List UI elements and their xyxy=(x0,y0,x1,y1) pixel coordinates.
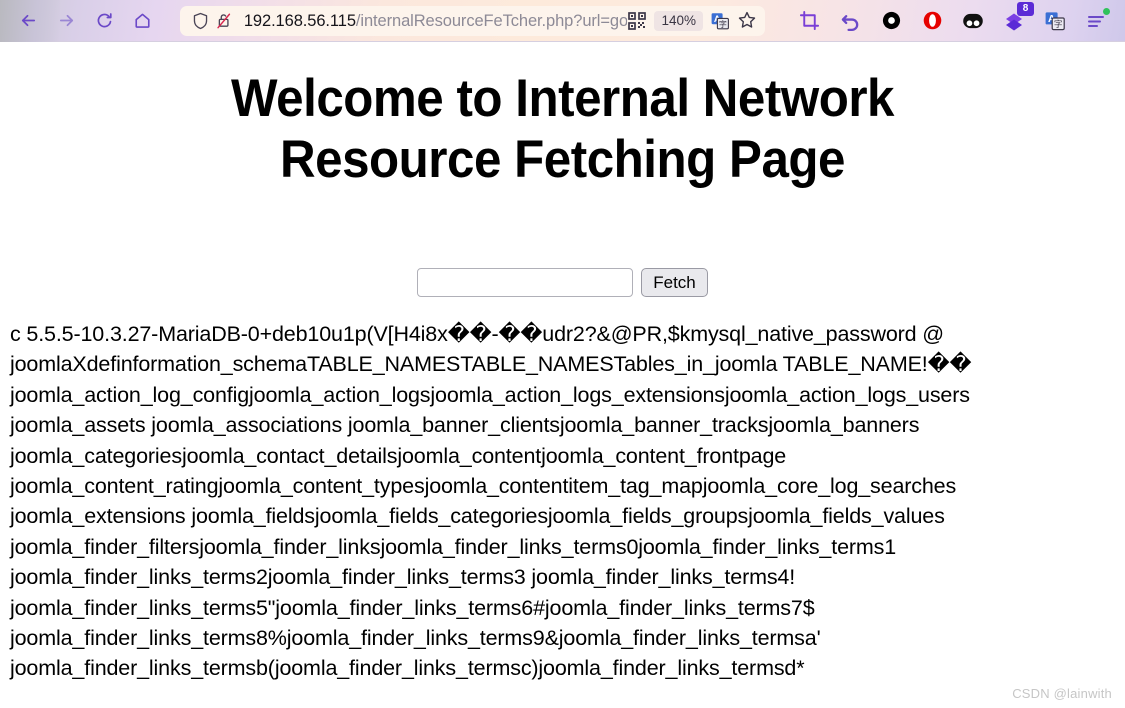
output-line: joomlaXdefinformation_schemaTABLE_NAMEST… xyxy=(10,352,972,377)
home-button[interactable] xyxy=(126,5,158,37)
translate-extension-icon[interactable]: A 字 xyxy=(1043,9,1067,33)
home-icon xyxy=(133,11,152,30)
translate-icon[interactable]: A 字 xyxy=(710,11,730,31)
page-title: Welcome to Internal Network Resource Fet… xyxy=(230,69,895,189)
reload-icon xyxy=(95,11,114,30)
app-menu-icon[interactable] xyxy=(1084,7,1110,33)
screenshot-crop-icon[interactable] xyxy=(797,9,821,33)
url-text: 192.168.56.115/internalResourceFeTcher.p… xyxy=(244,6,628,36)
shield-icon[interactable] xyxy=(190,12,211,30)
output-line: joomla_extensions joomla_fieldsjoomla_fi… xyxy=(10,504,945,529)
output-line: joomla_finder_links_termsb(joomla_finder… xyxy=(10,656,805,681)
output-line: joomla_assets joomla_associations joomla… xyxy=(10,413,920,438)
browser-toolbar: 192.168.56.115/internalResourceFeTcher.p… xyxy=(0,0,1125,42)
download-badge-count: 8 xyxy=(1017,1,1034,16)
fetched-response-output: c 5.5.5-10.3.27-MariaDB-0+deb10u1p(V[H4i… xyxy=(0,319,1125,684)
output-line: joomla_action_log_configjoomla_action_lo… xyxy=(10,382,970,407)
resource-fetch-form: Fetch xyxy=(0,268,1125,297)
download-stack-icon[interactable]: 8 xyxy=(1002,1,1034,33)
black-ring-icon[interactable] xyxy=(879,9,903,33)
output-line: joomla_finder_links_terms2joomla_finder_… xyxy=(10,565,796,590)
navigation-buttons xyxy=(12,5,158,37)
output-line: joomla_finder_filtersjoomla_finder_links… xyxy=(10,534,897,559)
output-line: joomla_categoriesjoomla_contact_detailsj… xyxy=(10,443,787,468)
arrow-right-icon xyxy=(57,11,76,30)
undo-arrow-icon[interactable] xyxy=(838,9,862,33)
watermark-text: CSDN @lainwith xyxy=(1012,686,1112,701)
zoom-level-indicator[interactable]: 140% xyxy=(654,10,703,31)
extension-toolbar: 8 A 字 xyxy=(797,1,1110,33)
reload-button[interactable] xyxy=(88,5,120,37)
url-host: 192.168.56.115 xyxy=(243,11,356,30)
address-bar-actions: 140% A 字 xyxy=(627,10,759,32)
svg-text:字: 字 xyxy=(719,18,727,28)
fetch-button[interactable]: Fetch xyxy=(641,268,708,297)
output-line: c 5.5.5-10.3.27-MariaDB-0+deb10u1p(V[H4i… xyxy=(10,322,944,346)
qr-code-icon[interactable] xyxy=(627,11,647,31)
page-content: Welcome to Internal Network Resource Fet… xyxy=(0,42,1125,708)
opera-red-icon[interactable] xyxy=(920,9,944,33)
two-dots-icon[interactable] xyxy=(961,9,985,33)
url-path: /internalResourceFeTcher.php?url=goph xyxy=(355,11,628,30)
back-button[interactable] xyxy=(12,5,44,37)
arrow-left-icon xyxy=(19,11,38,30)
url-input[interactable] xyxy=(417,268,634,297)
menu-notification-dot xyxy=(1103,7,1110,15)
lock-broken-icon[interactable] xyxy=(213,11,236,30)
bookmark-star-icon[interactable] xyxy=(737,10,759,32)
output-line: joomla_content_ratingjoomla_content_type… xyxy=(10,474,957,499)
svg-text:字: 字 xyxy=(1054,18,1063,29)
output-line: joomla_finder_links_terms5"joomla_finder… xyxy=(10,595,815,620)
output-line: joomla_finder_links_terms8%joomla_finder… xyxy=(10,626,821,651)
forward-button[interactable] xyxy=(50,5,82,37)
address-bar[interactable]: 192.168.56.115/internalResourceFeTcher.p… xyxy=(180,5,765,36)
